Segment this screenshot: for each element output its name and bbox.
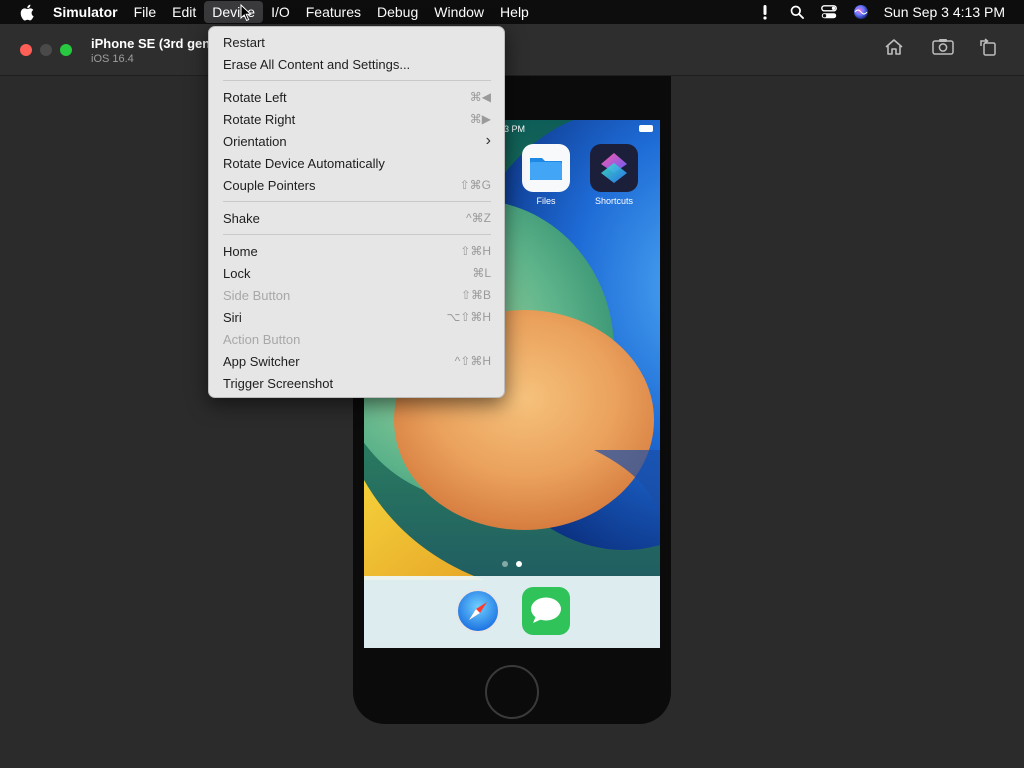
menu-item-rotate-left[interactable]: Rotate Left ⌘◀ <box>223 86 491 108</box>
menu-item-shortcut: ⌥⇧⌘H <box>446 310 491 324</box>
menu-item-couple-pointers[interactable]: Couple Pointers ⇧⌘G <box>223 174 491 196</box>
menu-item-label: Rotate Left <box>223 89 287 105</box>
files-label: Files <box>536 196 556 206</box>
status-area: Sun Sep 3 4:13 PM <box>749 0 1024 24</box>
battery-icon <box>639 125 653 132</box>
menu-item-label: Home <box>223 243 258 259</box>
menu-item-label: Couple Pointers <box>223 177 316 193</box>
messages-icon <box>531 597 561 623</box>
shortcuts-label: Shortcuts <box>594 196 634 206</box>
phone-status-time: 3 PM <box>504 124 526 134</box>
window-zoom-button[interactable] <box>60 44 72 56</box>
menu-item-label: Orientation <box>223 133 287 149</box>
menu-item-rotate-right[interactable]: Rotate Right ⌘▶ <box>223 108 491 130</box>
control-center-icon[interactable] <box>818 0 840 24</box>
menu-item-label: Rotate Right <box>223 111 296 127</box>
menu-item-shake[interactable]: Shake ^⌘Z <box>223 207 491 229</box>
menu-device[interactable]: Device <box>204 1 264 23</box>
mouse-pointer-icon <box>240 4 252 22</box>
menu-app-simulator[interactable]: Simulator <box>45 1 126 23</box>
search-icon[interactable] <box>786 0 808 24</box>
menu-item-erase-all[interactable]: Erase All Content and Settings... <box>223 53 491 75</box>
menu-io[interactable]: I/O <box>263 1 298 23</box>
home-icon <box>884 38 904 61</box>
menu-edit[interactable]: Edit <box>164 1 204 23</box>
menu-item-shortcut: ⇧⌘H <box>460 244 491 258</box>
files-icon <box>530 158 562 180</box>
menu-separator <box>223 201 491 202</box>
menu-item-action-button: Action Button <box>223 328 491 350</box>
menu-item-label: App Switcher <box>223 353 300 369</box>
menubar-clock[interactable]: Sun Sep 3 4:13 PM <box>884 4 1005 20</box>
menu-item-shortcut: ^⌘Z <box>466 211 491 225</box>
home-button[interactable] <box>882 37 906 61</box>
siri-icon[interactable] <box>850 0 872 24</box>
menu-separator <box>223 234 491 235</box>
rotate-icon <box>978 37 998 62</box>
menu-window[interactable]: Window <box>426 1 492 23</box>
menu-item-label: Trigger Screenshot <box>223 375 334 391</box>
menu-item-label: Siri <box>223 309 242 325</box>
chevron-right-icon: › <box>485 132 491 149</box>
menu-item-trigger-screenshot[interactable]: Trigger Screenshot <box>223 372 491 394</box>
apple-icon[interactable] <box>18 0 36 24</box>
safari-app[interactable] <box>454 587 502 635</box>
menu-item-orientation[interactable]: Orientation › <box>223 130 491 152</box>
menu-item-label: Restart <box>223 34 265 50</box>
rotate-button[interactable] <box>976 37 1000 61</box>
menu-item-label: Shake <box>223 210 260 226</box>
alert-icon[interactable] <box>754 0 776 24</box>
window-minimize-button[interactable] <box>40 44 52 56</box>
menu-item-app-switcher[interactable]: App Switcher ^⇧⌘H <box>223 350 491 372</box>
menu-item-shortcut: ⌘L <box>472 266 491 280</box>
menu-item-label: Side Button <box>223 287 291 303</box>
menu-item-label: Erase All Content and Settings... <box>223 56 411 72</box>
page-dot-active[interactable] <box>516 561 522 567</box>
menu-item-rotate-auto[interactable]: Rotate Device Automatically <box>223 152 491 174</box>
menu-item-shortcut: ^⇧⌘H <box>454 354 491 368</box>
menu-item-shortcut: ⌘◀ <box>469 90 491 104</box>
menu-item-shortcut: ⌘▶ <box>469 112 491 126</box>
safari-icon <box>456 589 500 633</box>
shortcuts-app[interactable] <box>590 144 638 192</box>
menu-help[interactable]: Help <box>492 1 537 23</box>
dock <box>364 576 660 648</box>
menu-debug[interactable]: Debug <box>369 1 426 23</box>
menu-item-label: Lock <box>223 265 251 281</box>
files-app[interactable] <box>522 144 570 192</box>
shortcuts-icon <box>601 153 627 183</box>
menu-file[interactable]: File <box>126 1 165 23</box>
page-dot[interactable] <box>502 561 508 567</box>
menu-item-siri[interactable]: Siri ⌥⇧⌘H <box>223 306 491 328</box>
screenshot-button[interactable] <box>931 37 955 61</box>
menu-item-label: Rotate Device Automatically <box>223 155 385 171</box>
home-hardware-button[interactable] <box>485 665 539 719</box>
menu-item-side-button: Side Button ⇧⌘B <box>223 284 491 306</box>
device-name: iPhone SE (3rd generation) <box>91 36 209 51</box>
device-menu: Restart Erase All Content and Settings..… <box>208 26 505 398</box>
menu-item-label: Action Button <box>223 331 301 347</box>
menu-item-restart[interactable]: Restart <box>223 31 491 53</box>
window-close-button[interactable] <box>20 44 32 56</box>
menu-features[interactable]: Features <box>298 1 369 23</box>
menu-item-shortcut: ⇧⌘G <box>459 178 491 192</box>
menu-separator <box>223 80 491 81</box>
menu-item-lock[interactable]: Lock ⌘L <box>223 262 491 284</box>
device-os-version: iOS 16.4 <box>91 53 134 65</box>
messages-app[interactable] <box>522 587 570 635</box>
menu-bar: Simulator File Edit Device I/O Features … <box>0 0 1024 24</box>
screenshot-icon <box>932 38 954 61</box>
menu-item-home[interactable]: Home ⇧⌘H <box>223 240 491 262</box>
menu-item-shortcut: ⇧⌘B <box>460 288 491 302</box>
